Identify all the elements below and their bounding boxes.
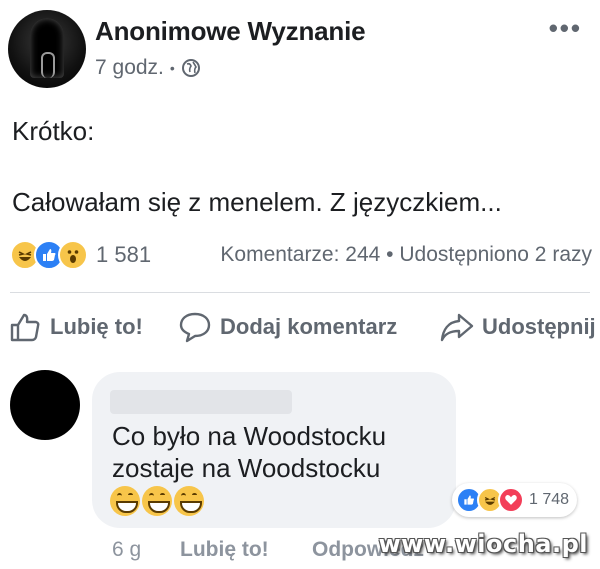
grin-icon <box>110 486 140 516</box>
meta-separator: • <box>169 60 175 76</box>
post-author[interactable]: Anonimowe Wyznanie <box>95 16 366 47</box>
love-icon <box>498 487 524 513</box>
comments-count[interactable]: Komentarze: 244 <box>220 243 380 266</box>
comment-icon <box>179 312 211 343</box>
post-time[interactable]: 7 godz. <box>95 56 164 80</box>
watermark: www.wiocha.pl <box>378 530 588 558</box>
grin-icon <box>174 486 204 516</box>
comment-text: Co było na Woodstocku zostaje na Woodsto… <box>112 421 387 483</box>
commenter-name-redacted[interactable] <box>110 390 292 414</box>
comment-label: Dodaj komentarz <box>220 314 398 339</box>
comment-like-button[interactable]: Lubię to! <box>180 538 269 562</box>
post-text-line-1: Krótko: <box>12 116 95 146</box>
stats-separator: • <box>386 243 394 266</box>
like-button[interactable]: Lubię to! <box>8 310 143 344</box>
post-stats: Komentarze: 244 • Udostępniono 2 razy <box>220 243 592 267</box>
wow-icon <box>58 240 88 270</box>
thumbs-up-icon <box>10 313 40 342</box>
post-text-line-2: Całowałam się z menelem. Z języczkiem... <box>12 187 502 217</box>
reaction-count: 1 581 <box>96 242 152 267</box>
reaction-summary[interactable]: 1 581 <box>10 240 151 270</box>
share-button[interactable]: Udostępnij <box>440 310 596 344</box>
post-meta: 7 godz. • <box>95 56 201 80</box>
comment-time[interactable]: 6 g <box>112 538 141 562</box>
globe-icon <box>181 59 200 77</box>
more-options-button[interactable]: ••• <box>549 15 582 41</box>
share-label: Udostępnij <box>482 314 596 339</box>
post-avatar[interactable] <box>8 10 86 88</box>
hand-figure <box>41 52 55 78</box>
comment-emojis <box>110 486 204 516</box>
post-actions: Lubię to! Dodaj komentarz Udostępnij <box>0 310 600 350</box>
grin-icon <box>142 486 172 516</box>
commenter-avatar[interactable] <box>10 370 80 440</box>
shares-count[interactable]: Udostępniono 2 razy <box>399 243 592 266</box>
like-label: Lubię to! <box>50 314 143 339</box>
comment-button[interactable]: Dodaj komentarz <box>178 310 397 344</box>
comment-reactions[interactable]: 1 748 <box>452 483 578 517</box>
share-icon <box>440 313 474 342</box>
divider <box>10 292 590 293</box>
comment-reaction-count: 1 748 <box>529 491 570 508</box>
